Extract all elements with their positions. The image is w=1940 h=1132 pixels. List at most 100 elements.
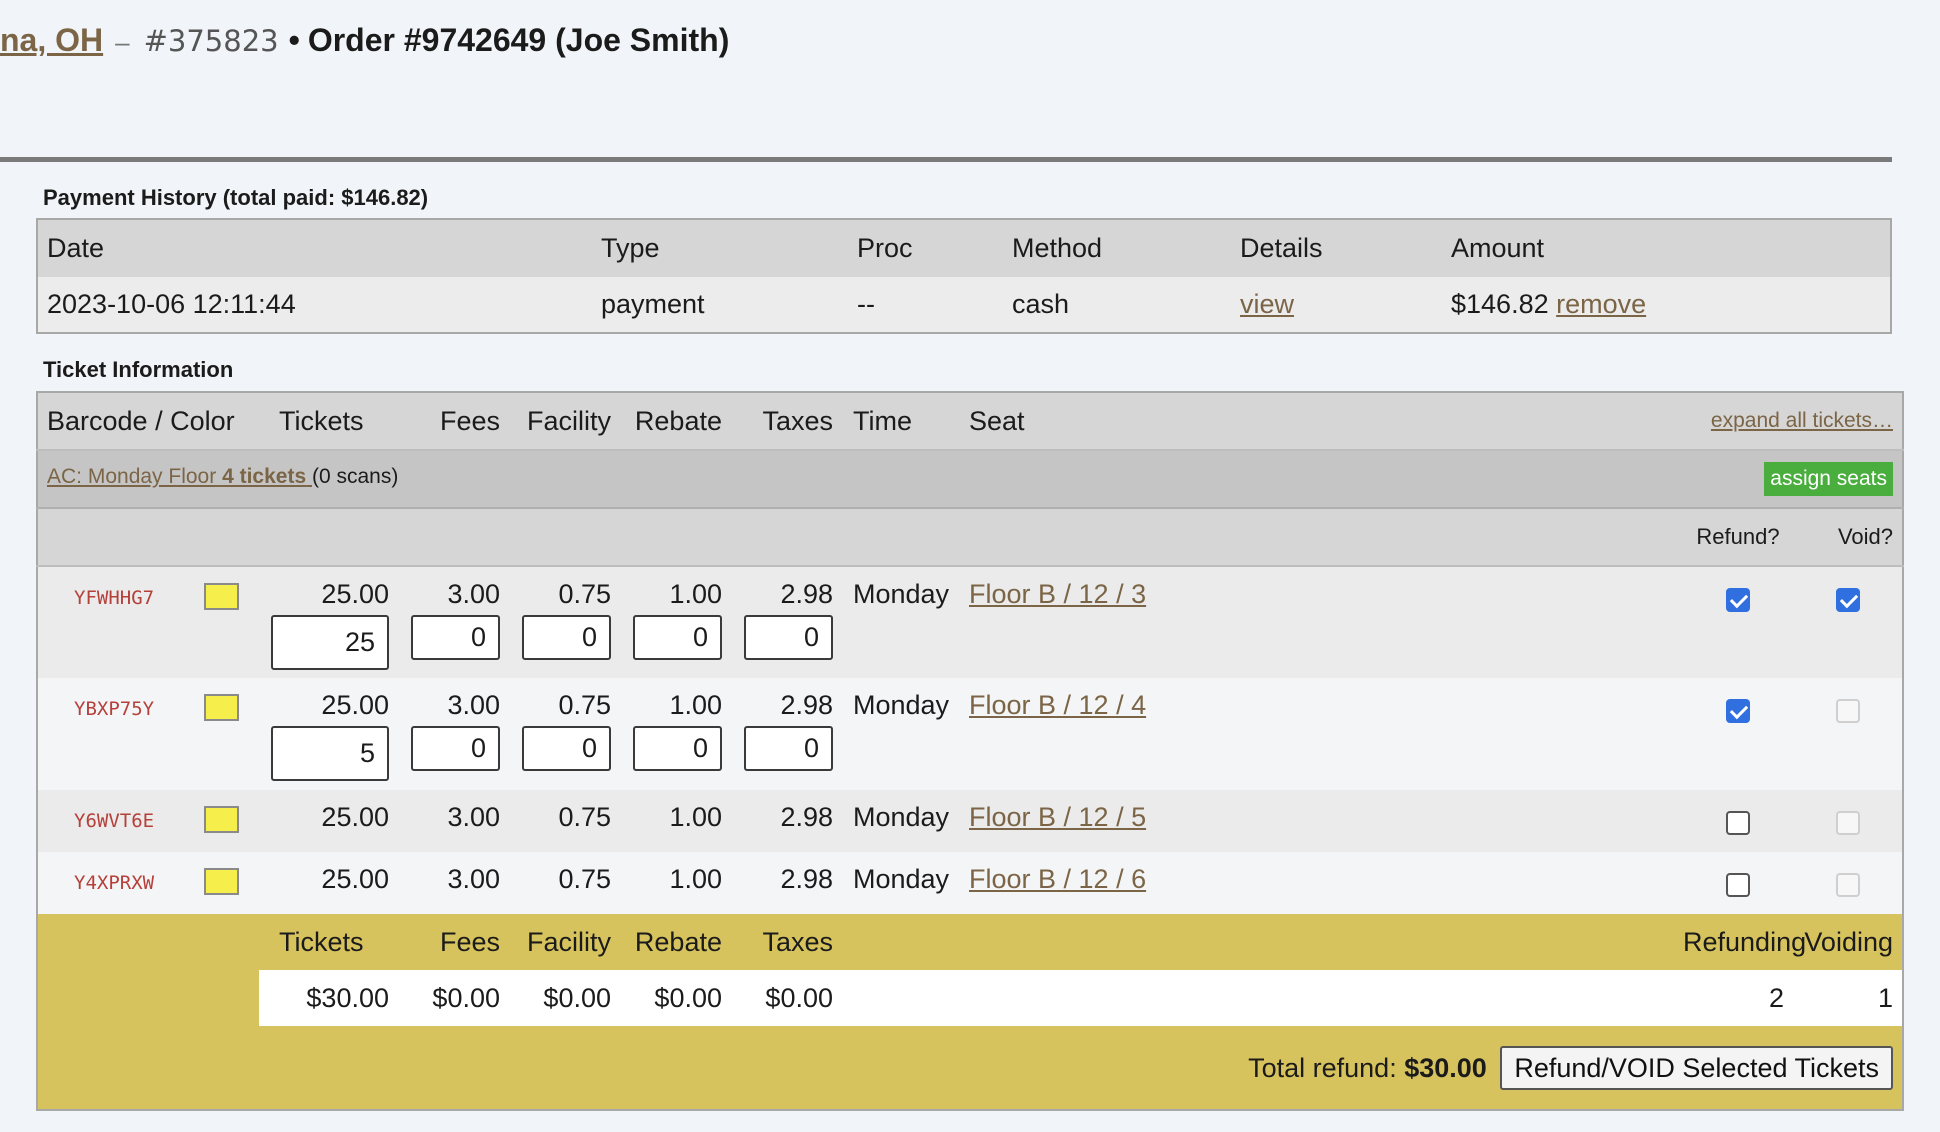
- ticket-group-row: AC: Monday Floor 4 tickets (0 scans) ass…: [37, 450, 1903, 509]
- payment-type: payment: [592, 277, 848, 333]
- summary-rebate-value: $0.00: [611, 970, 722, 1026]
- ticket-fees: 3.00: [447, 579, 500, 609]
- ticket-fees-refund-input[interactable]: 0: [411, 615, 500, 660]
- ticket-rebate-cell: 1.00 0: [611, 678, 722, 790]
- view-payment-link[interactable]: view: [1240, 289, 1294, 319]
- col-type: Type: [592, 219, 848, 277]
- void-checkbox[interactable]: [1835, 810, 1860, 835]
- void-checkbox-cell: [1793, 678, 1903, 790]
- void-checkbox[interactable]: [1835, 872, 1860, 897]
- ticket-rebate: 1.00: [611, 790, 722, 852]
- ticket-rebate-refund-input[interactable]: 0: [633, 615, 722, 660]
- payment-method: cash: [1003, 277, 1231, 333]
- ticket-rebate-refund-input[interactable]: 0: [633, 726, 722, 771]
- ticket-time-cell: Monday: [833, 566, 953, 678]
- ticket-seat-cell: Floor B / 12 / 5: [953, 790, 1683, 852]
- refund-checkbox[interactable]: [1726, 587, 1750, 612]
- ticket-time-cell: Monday: [833, 852, 953, 914]
- total-refund-value: $30.00: [1404, 1052, 1487, 1083]
- summary-refunding-count: 2: [1683, 970, 1793, 1026]
- ticket-time: Monday: [853, 802, 950, 832]
- ticket-color-swatch: [204, 868, 239, 895]
- ticket-table: Barcode / Color Tickets Fees Facility Re…: [36, 391, 1904, 1111]
- col-time: Time: [833, 392, 953, 451]
- page-header: na, OH – #375823 • Order #9742649 (Joe S…: [0, 22, 729, 72]
- ticket-facility-cell: 0.75 0: [500, 678, 611, 790]
- col-method: Method: [1003, 219, 1231, 277]
- refund-checkbox[interactable]: [1726, 810, 1750, 835]
- ticket-barcode-text: Y4XPRXW: [74, 872, 155, 894]
- void-checkbox[interactable]: [1835, 698, 1860, 723]
- ticket-group-count: 4 tickets: [222, 465, 307, 488]
- ticket-price: 25.00: [321, 579, 389, 609]
- ticket-price-cell: 25.00 25: [259, 566, 389, 678]
- ticket-color-swatch: [204, 694, 239, 721]
- ticket-price-refund-input[interactable]: 5: [271, 726, 389, 781]
- refund-checkbox[interactable]: [1726, 872, 1750, 897]
- venue-link[interactable]: na, OH: [0, 22, 103, 59]
- ticket-color-swatch: [204, 806, 239, 833]
- ticket-facility-refund-input[interactable]: 0: [522, 726, 611, 771]
- remove-payment-link[interactable]: remove: [1556, 289, 1646, 319]
- ticket-seat-cell: Floor B / 12 / 6: [953, 852, 1683, 914]
- summary-tickets-value: $30.00: [259, 970, 389, 1026]
- assign-seats-button[interactable]: assign seats: [1764, 462, 1893, 496]
- checkbox-header-spacer: [37, 508, 1683, 567]
- expand-all-tickets-link[interactable]: expand all tickets…: [1711, 409, 1893, 432]
- ticket-fees-text: 3.00: [447, 802, 500, 832]
- ticket-group-name: AC: Monday Floor: [47, 465, 223, 488]
- ticket-facility-text: 0.75: [558, 802, 611, 832]
- ticket-fees-cell: 3.00 0: [389, 566, 500, 678]
- ticket-seat-cell: Floor B / 12 / 4: [953, 678, 1683, 790]
- ticket-group-link[interactable]: AC: Monday Floor 4 tickets: [47, 465, 312, 488]
- summary-spacer: [833, 970, 1683, 1026]
- ticket-price-refund-input[interactable]: 25: [271, 615, 389, 670]
- ticket-barcode-text: Y6WVT6E: [74, 810, 155, 832]
- ticket-barcode-text: YFWHHG7: [74, 587, 155, 609]
- ticket-fees: 3.00: [389, 852, 500, 914]
- col-proc: Proc: [848, 219, 1003, 277]
- ticket-rebate: 1.00: [669, 690, 722, 720]
- ticket-rebate-cell: 1.00 0: [611, 566, 722, 678]
- ticket-fees-refund-input[interactable]: 0: [411, 726, 500, 771]
- refund-checkbox-cell: [1683, 852, 1793, 914]
- col-amount: Amount: [1442, 219, 1891, 277]
- ticket-seat-link[interactable]: Floor B / 12 / 3: [969, 567, 1146, 609]
- void-checkbox[interactable]: [1835, 587, 1860, 612]
- summary-footer-row: Total refund: $30.00 Refund/VOID Selecte…: [37, 1026, 1903, 1110]
- ticket-taxes-refund-input[interactable]: 0: [744, 615, 833, 660]
- ticket-rebate-text: 1.00: [669, 864, 722, 894]
- summary-voiding-label: Voiding: [1793, 914, 1903, 970]
- ticket-seat-link[interactable]: Floor B / 12 / 5: [969, 790, 1146, 832]
- payment-details: view: [1231, 277, 1442, 333]
- void-checkbox-cell: [1793, 566, 1903, 678]
- ticket-header-row: Barcode / Color Tickets Fees Facility Re…: [37, 392, 1903, 451]
- ticket-time-cell: Monday: [833, 790, 953, 852]
- ticket-facility-refund-input[interactable]: 0: [522, 615, 611, 660]
- ticket-seat-link[interactable]: Floor B / 12 / 4: [969, 678, 1146, 720]
- summary-fees-value: $0.00: [389, 970, 500, 1026]
- ticket-taxes-refund-input[interactable]: 0: [744, 726, 833, 771]
- summary-footer: Total refund: $30.00 Refund/VOID Selecte…: [37, 1026, 1903, 1110]
- ticket-rebate-text: 1.00: [669, 802, 722, 832]
- refund-checkbox-cell: [1683, 790, 1793, 852]
- ticket-barcode: YBXP75Y: [37, 678, 259, 790]
- ticket-seat-link[interactable]: Floor B / 12 / 6: [969, 852, 1146, 894]
- refund-checkbox[interactable]: [1726, 698, 1750, 723]
- ticket-barcode: Y4XPRXW: [37, 852, 259, 914]
- ticket-barcode: YFWHHG7: [37, 566, 259, 678]
- ticket-price: 25.00: [259, 852, 389, 914]
- summary-spacer: [37, 970, 259, 1026]
- ticket-rebate: 1.00: [611, 852, 722, 914]
- refund-checkbox-cell: [1683, 678, 1793, 790]
- ticket-rebate: 1.00: [669, 579, 722, 609]
- refund-checkbox-cell: [1683, 566, 1793, 678]
- order-title: Order #9742649 (Joe Smith): [307, 22, 730, 58]
- summary-voiding-count: 1: [1793, 970, 1903, 1026]
- payment-history-title: Payment History (total paid: $146.82): [43, 185, 429, 210]
- payment-date: 2023-10-06 12:11:44: [37, 277, 592, 333]
- refund-void-button[interactable]: Refund/VOID Selected Tickets: [1500, 1045, 1893, 1090]
- ticket-seat-cell: Floor B / 12 / 3: [953, 566, 1683, 678]
- void-header: Void?: [1793, 508, 1903, 567]
- ticket-facility: 0.75: [500, 852, 611, 914]
